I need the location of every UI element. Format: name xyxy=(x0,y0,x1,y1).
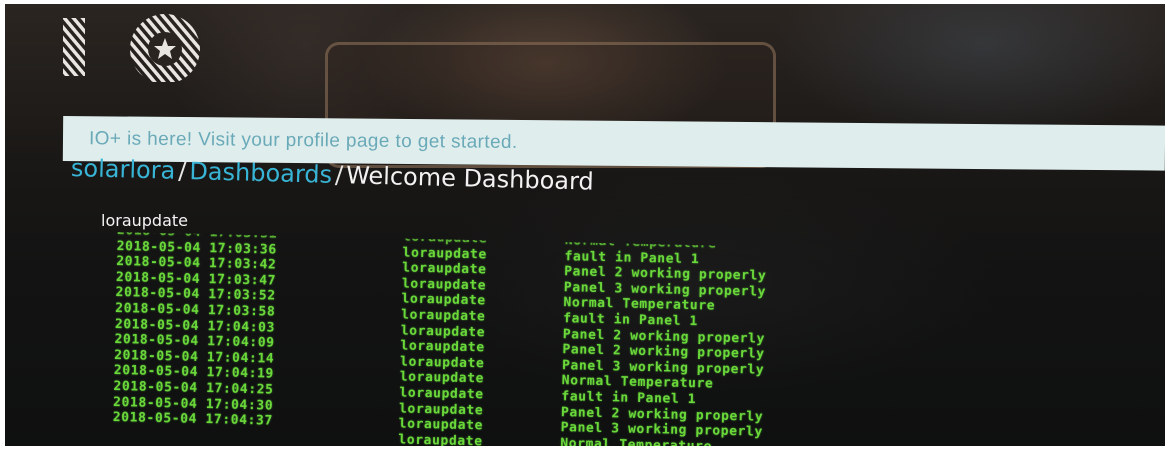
banner-text: IO+ is here! Visit your profile page to … xyxy=(88,127,518,153)
breadcrumb-separator: / xyxy=(177,156,187,186)
widget-title: loraupdate xyxy=(101,211,188,230)
screen-photo: IO+ is here! Visit your profile page to … xyxy=(5,4,1165,446)
page-title: Welcome Dashboard xyxy=(345,161,595,196)
stream-log[interactable]: 2018-05-04 17:03:31 loraupdate Normal Te… xyxy=(112,232,937,446)
breadcrumb-user-link[interactable]: solarlora xyxy=(71,154,176,185)
io-logo-icon[interactable] xyxy=(57,12,232,82)
breadcrumb-dashboards-link[interactable]: Dashboards xyxy=(189,157,332,189)
breadcrumb-separator: / xyxy=(334,160,344,190)
